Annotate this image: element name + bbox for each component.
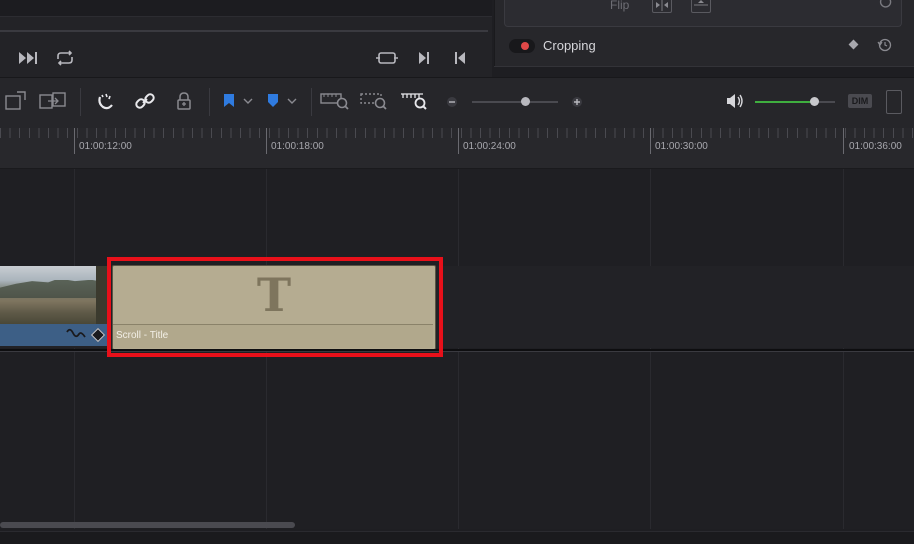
cropping-enabled-dot	[521, 42, 529, 50]
timecode-label: 01:00:24:00	[463, 141, 516, 152]
next-frame-icon[interactable]	[417, 51, 431, 65]
zoom-slider[interactable]	[472, 101, 558, 103]
dynamic-trim-icon[interactable]	[38, 90, 68, 112]
flip-horizontal-button[interactable]	[652, 0, 672, 13]
zoom-in-icon[interactable]	[571, 96, 583, 108]
fx-curve-icon[interactable]	[66, 328, 86, 340]
trim-icon[interactable]	[4, 90, 28, 112]
timecode-tick	[650, 128, 651, 154]
timecode-label: 01:00:12:00	[79, 141, 132, 152]
timecode-label: 01:00:18:00	[271, 141, 324, 152]
highlight-box	[107, 257, 443, 357]
fast-forward-icon[interactable]	[18, 51, 40, 65]
timecode-label: 01:00:30:00	[655, 141, 708, 152]
snapping-icon[interactable]	[95, 91, 117, 111]
zoom-detail-icon[interactable]	[360, 91, 390, 111]
timecode-tick	[843, 128, 844, 154]
video-clip-thumbnail-edge	[96, 266, 107, 324]
viewer-scrubber[interactable]	[0, 30, 488, 32]
zoom-full-icon[interactable]	[320, 91, 350, 111]
timecode-label: 01:00:36:00	[849, 141, 902, 152]
crop-frame-icon[interactable]	[376, 51, 398, 65]
reset-icon[interactable]	[878, 0, 892, 8]
horizontal-scrollbar[interactable]	[0, 522, 295, 528]
timecode-tick	[458, 128, 459, 154]
flip-vertical-button[interactable]	[691, 0, 711, 13]
previous-frame-icon[interactable]	[453, 51, 467, 65]
link-icon[interactable]	[134, 91, 156, 111]
zoom-out-icon[interactable]	[446, 96, 458, 108]
flip-label: Flip	[610, 0, 630, 12]
blue-marker-icon[interactable]	[266, 93, 280, 109]
volume-icon[interactable]	[725, 93, 745, 109]
lock-icon[interactable]	[175, 91, 193, 111]
toolbar-separator	[209, 88, 210, 116]
dim-button[interactable]: DIM	[848, 94, 872, 108]
viewer-top-strip	[0, 0, 492, 17]
loop-icon[interactable]	[54, 50, 76, 66]
bottom-bar	[0, 531, 914, 544]
volume-level-fill	[755, 101, 815, 103]
toolbar-separator	[311, 88, 312, 116]
reset-cropping-icon[interactable]	[877, 38, 893, 52]
chevron-down-icon[interactable]	[242, 96, 254, 106]
audio-meter-toggle[interactable]	[886, 90, 902, 114]
toolbar-separator	[80, 88, 81, 116]
zoom-slider-handle[interactable]	[521, 97, 530, 106]
zoom-custom-icon[interactable]	[400, 91, 430, 111]
ruler-ticks	[0, 128, 914, 138]
timecode-tick	[266, 128, 267, 154]
blue-flag-icon[interactable]	[222, 93, 236, 109]
cropping-label: Cropping	[543, 38, 596, 53]
timecode-tick	[74, 128, 75, 154]
volume-slider-handle[interactable]	[810, 97, 819, 106]
chevron-down-icon[interactable]	[286, 96, 298, 106]
